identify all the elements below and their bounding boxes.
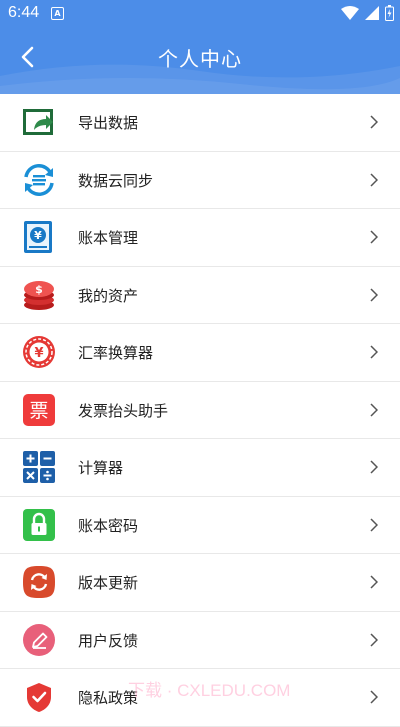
assets-coins-icon: $ bbox=[24, 280, 54, 310]
menu-label: 用户反馈 bbox=[78, 631, 139, 650]
chevron-right-icon bbox=[370, 517, 378, 532]
menu-item-privacy-policy[interactable]: 隐私政策 bbox=[0, 669, 400, 727]
menu-label: 账本密码 bbox=[78, 516, 139, 535]
wifi-icon bbox=[341, 6, 359, 20]
menu-item-ledger-management[interactable]: ¥ 账本管理 bbox=[0, 209, 400, 267]
menu-item-ledger-password[interactable]: 账本密码 bbox=[0, 497, 400, 554]
calculator-icon bbox=[23, 451, 55, 483]
page-title: 个人中心 bbox=[158, 47, 242, 71]
menu-item-cloud-sync[interactable]: 数据云同步 bbox=[0, 152, 400, 209]
chevron-right-icon bbox=[370, 230, 378, 244]
svg-text:¥: ¥ bbox=[34, 229, 42, 242]
chevron-right-icon bbox=[370, 632, 378, 647]
battery-icon bbox=[385, 5, 394, 21]
menu-label: 导出数据 bbox=[78, 114, 139, 132]
svg-text:$: $ bbox=[35, 283, 43, 296]
chevron-right-icon bbox=[370, 172, 378, 187]
privacy-shield-icon bbox=[27, 683, 51, 712]
menu-label: 数据云同步 bbox=[78, 171, 154, 190]
chevron-right-icon bbox=[370, 460, 378, 474]
menu-label: 发票抬头助手 bbox=[78, 401, 169, 420]
ledger-management-icon: ¥ bbox=[24, 221, 52, 253]
menu-label: 隐私政策 bbox=[78, 689, 139, 707]
menu-item-user-feedback[interactable]: 用户反馈 bbox=[0, 612, 400, 669]
menu-item-my-assets[interactable]: $ 我的资产 bbox=[0, 267, 400, 324]
menu-label: 我的资产 bbox=[78, 286, 139, 305]
chevron-right-icon bbox=[370, 402, 378, 417]
export-data-icon bbox=[23, 109, 53, 135]
chevron-right-icon bbox=[370, 575, 378, 589]
exchange-rate-icon: ¥ bbox=[23, 336, 55, 368]
svg-text:票: 票 bbox=[29, 400, 48, 422]
status-time: 6:44 bbox=[8, 4, 40, 21]
cloud-sync-icon bbox=[24, 163, 54, 196]
status-bar: 6:44 A bbox=[0, 0, 400, 26]
menu-label: 账本管理 bbox=[78, 229, 139, 247]
svg-text:¥: ¥ bbox=[34, 346, 43, 361]
update-icon bbox=[23, 566, 55, 598]
notification-icon: A bbox=[51, 7, 64, 20]
chevron-right-icon bbox=[370, 287, 378, 302]
menu-label: 计算器 bbox=[78, 459, 124, 477]
invoice-icon: 票 bbox=[23, 393, 55, 426]
menu-list: 导出数据 数据云同步 ¥ 账本管理 $ 我的资产 ¥ 汇率换算器 票 发票抬头助… bbox=[0, 94, 400, 727]
app-header: 个人中心 bbox=[0, 26, 400, 94]
signal-icon bbox=[365, 6, 379, 20]
menu-item-export-data[interactable]: 导出数据 bbox=[0, 94, 400, 152]
chevron-right-icon bbox=[370, 115, 378, 129]
chevron-right-icon bbox=[370, 690, 378, 704]
lock-icon bbox=[23, 508, 55, 541]
chevron-right-icon bbox=[370, 345, 378, 359]
menu-item-version-update[interactable]: 版本更新 bbox=[0, 554, 400, 612]
menu-label: 汇率换算器 bbox=[78, 344, 154, 362]
feedback-pencil-icon bbox=[23, 623, 55, 656]
menu-item-invoice-helper[interactable]: 票 发票抬头助手 bbox=[0, 382, 400, 439]
menu-item-calculator[interactable]: 计算器 bbox=[0, 439, 400, 497]
menu-label: 版本更新 bbox=[78, 574, 139, 592]
menu-item-exchange-rate[interactable]: ¥ 汇率换算器 bbox=[0, 324, 400, 382]
